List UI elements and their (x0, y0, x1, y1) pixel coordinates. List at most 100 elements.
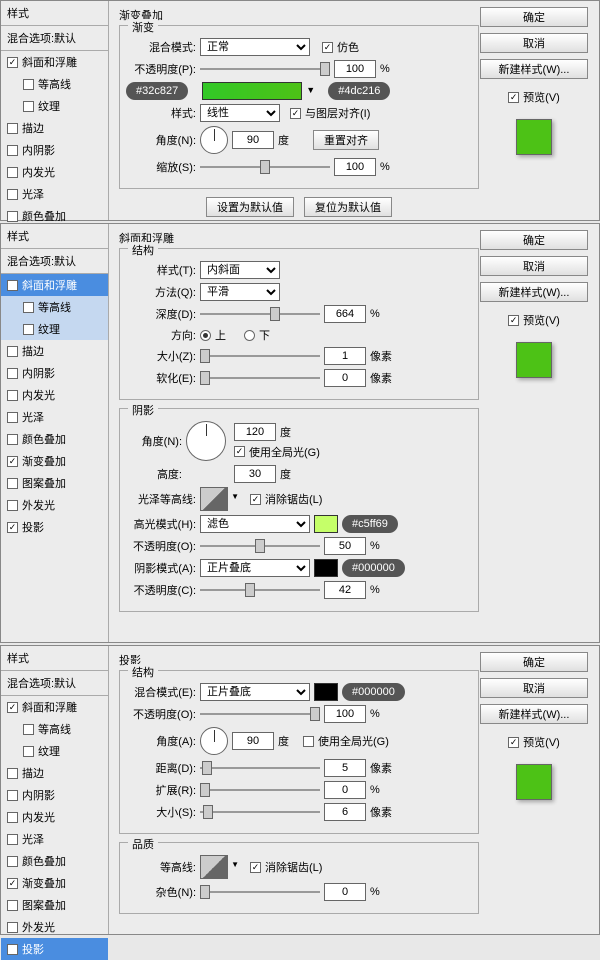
new-style-button[interactable]: 新建样式(W)... (480, 282, 588, 302)
global-light-checkbox[interactable] (234, 446, 245, 457)
angle-wheel[interactable] (200, 727, 228, 755)
cancel-button[interactable]: 取消 (480, 678, 588, 698)
sidebar-gradient-overlay[interactable]: 渐变叠加 (1, 450, 108, 472)
depth-slider[interactable] (200, 307, 320, 321)
checkbox-icon[interactable] (7, 167, 18, 178)
checkbox-icon[interactable] (7, 702, 18, 713)
antialias-checkbox[interactable] (250, 494, 261, 505)
checkbox-icon[interactable] (7, 412, 18, 423)
ok-button[interactable]: 确定 (480, 7, 588, 27)
checkbox-icon[interactable] (7, 123, 18, 134)
sidebar-contour[interactable]: 等高线 (1, 718, 108, 740)
cancel-button[interactable]: 取消 (480, 256, 588, 276)
checkbox-icon[interactable] (7, 346, 18, 357)
checkbox-icon[interactable] (7, 456, 18, 467)
sidebar-gradient-overlay[interactable]: 渐变叠加 (1, 872, 108, 894)
shadow-color-box[interactable] (314, 559, 338, 577)
checkbox-icon[interactable] (7, 434, 18, 445)
gradient-bar[interactable] (202, 82, 302, 100)
set-default-button[interactable]: 设置为默认值 (206, 197, 294, 217)
checkbox-icon[interactable] (23, 101, 34, 112)
checkbox-icon[interactable] (7, 900, 18, 911)
sidebar-pattern-overlay[interactable]: 图案叠加 (1, 472, 108, 494)
highlight-mode-select[interactable]: 滤色 (200, 515, 310, 533)
size-slider[interactable] (200, 805, 320, 819)
antialias-checkbox[interactable] (250, 862, 261, 873)
ok-button[interactable]: 确定 (480, 652, 588, 672)
blend-options[interactable]: 混合选项:默认 (1, 249, 108, 274)
angle-wheel[interactable] (186, 421, 226, 461)
preview-checkbox[interactable] (508, 737, 519, 748)
checkbox-icon[interactable] (7, 522, 18, 533)
sidebar-texture[interactable]: 纹理 (1, 740, 108, 762)
checkbox-icon[interactable] (7, 768, 18, 779)
checkbox-icon[interactable] (23, 746, 34, 757)
gloss-contour-picker[interactable] (200, 487, 228, 511)
sidebar-inner-shadow[interactable]: 内阴影 (1, 784, 108, 806)
spread-input[interactable] (324, 781, 366, 799)
distance-input[interactable] (324, 759, 366, 777)
highlight-opacity-input[interactable] (324, 537, 366, 555)
scale-input[interactable] (334, 158, 376, 176)
checkbox-icon[interactable] (23, 324, 34, 335)
checkbox-icon[interactable] (7, 280, 18, 291)
sidebar-inner-glow[interactable]: 内发光 (1, 384, 108, 406)
spread-slider[interactable] (200, 783, 320, 797)
method-select[interactable]: 平滑 (200, 283, 280, 301)
ok-button[interactable]: 确定 (480, 230, 588, 250)
checkbox-icon[interactable] (7, 145, 18, 156)
bevel-style-select[interactable]: 内斜面 (200, 261, 280, 279)
size-slider[interactable] (200, 349, 320, 363)
highlight-color-box[interactable] (314, 515, 338, 533)
direction-up-radio[interactable] (200, 330, 211, 341)
checkbox-icon[interactable] (7, 189, 18, 200)
opacity-input[interactable] (334, 60, 376, 78)
checkbox-icon[interactable] (7, 834, 18, 845)
sidebar-pattern-overlay[interactable]: 图案叠加 (1, 894, 108, 916)
checkbox-icon[interactable] (23, 724, 34, 735)
blend-options[interactable]: 混合选项:默认 (1, 26, 108, 51)
sidebar-inner-glow[interactable]: 内发光 (1, 806, 108, 828)
sidebar-stroke[interactable]: 描边 (1, 340, 108, 362)
sidebar-bevel[interactable]: 斜面和浮雕 (1, 51, 108, 73)
shadow-opacity-input[interactable] (324, 581, 366, 599)
blend-mode-select[interactable]: 正片叠底 (200, 683, 310, 701)
sidebar-stroke[interactable]: 描边 (1, 117, 108, 139)
angle-input[interactable] (234, 423, 276, 441)
style-select[interactable]: 线性 (200, 104, 280, 122)
opacity-slider[interactable] (200, 707, 320, 721)
soften-slider[interactable] (200, 371, 320, 385)
sidebar-inner-shadow[interactable]: 内阴影 (1, 362, 108, 384)
sidebar-bevel[interactable]: 斜面和浮雕 (1, 274, 108, 296)
scale-slider[interactable] (200, 160, 330, 174)
global-light-checkbox[interactable] (303, 736, 314, 747)
opacity-slider[interactable] (200, 62, 330, 76)
altitude-input[interactable] (234, 465, 276, 483)
sidebar-stroke[interactable]: 描边 (1, 762, 108, 784)
sidebar-inner-shadow[interactable]: 内阴影 (1, 139, 108, 161)
angle-wheel[interactable] (200, 126, 228, 154)
sidebar-inner-glow[interactable]: 内发光 (1, 161, 108, 183)
sidebar-texture[interactable]: 纹理 (1, 318, 108, 340)
soften-input[interactable] (324, 369, 366, 387)
preview-checkbox[interactable] (508, 315, 519, 326)
dither-checkbox[interactable] (322, 42, 333, 53)
checkbox-icon[interactable] (7, 368, 18, 379)
new-style-button[interactable]: 新建样式(W)... (480, 704, 588, 724)
sidebar-color-overlay[interactable]: 颜色叠加 (1, 428, 108, 450)
sidebar-satin[interactable]: 光泽 (1, 406, 108, 428)
direction-down-radio[interactable] (244, 330, 255, 341)
distance-slider[interactable] (200, 761, 320, 775)
blend-mode-select[interactable]: 正常 (200, 38, 310, 56)
checkbox-icon[interactable] (7, 478, 18, 489)
sidebar-satin[interactable]: 光泽 (1, 828, 108, 850)
preview-checkbox[interactable] (508, 92, 519, 103)
checkbox-icon[interactable] (23, 79, 34, 90)
checkbox-icon[interactable] (23, 302, 34, 313)
align-checkbox[interactable] (290, 108, 301, 119)
noise-input[interactable] (324, 883, 366, 901)
sidebar-satin[interactable]: 光泽 (1, 183, 108, 205)
checkbox-icon[interactable] (7, 390, 18, 401)
opacity-input[interactable] (324, 705, 366, 723)
noise-slider[interactable] (200, 885, 320, 899)
